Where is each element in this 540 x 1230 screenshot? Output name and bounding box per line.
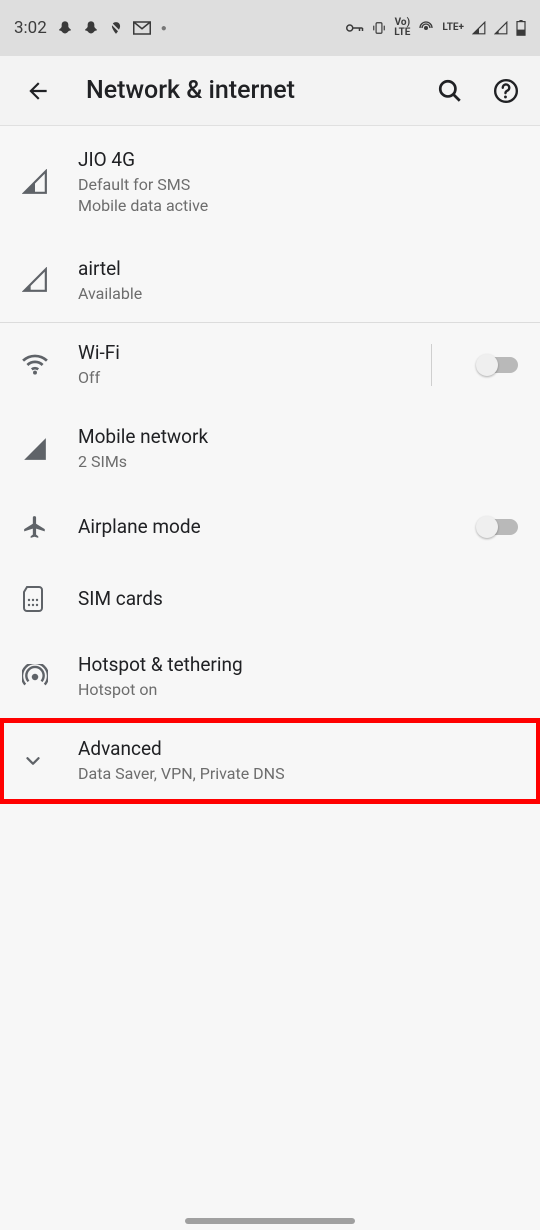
simcards-row[interactable]: SIM cards <box>0 563 540 635</box>
advanced-sub: Data Saver, VPN, Private DNS <box>78 764 518 785</box>
wifi-icon <box>22 354 48 376</box>
back-button[interactable] <box>20 77 56 105</box>
vpn-key-icon <box>346 23 364 33</box>
signal-icon-1 <box>472 21 486 35</box>
battery-icon <box>516 20 526 36</box>
lte-badge: LTE+ <box>442 23 464 33</box>
mobile-sub: 2 SIMs <box>78 452 518 473</box>
chevron-down-icon <box>22 750 44 772</box>
hotspot-icon <box>22 664 48 690</box>
vibrate-icon <box>372 21 386 35</box>
snapchat-icon <box>57 20 73 36</box>
volte-icon: Vo)LTE <box>394 18 410 38</box>
search-button[interactable] <box>436 77 464 105</box>
divider <box>431 344 432 386</box>
simcards-title: SIM cards <box>78 587 518 610</box>
wifi-title: Wi-Fi <box>78 341 431 364</box>
nav-handle[interactable] <box>185 1218 355 1224</box>
wifi-row[interactable]: Wi-Fi Off <box>0 323 540 407</box>
sim2-row[interactable]: airtel Available <box>0 239 540 323</box>
signal-icon <box>22 169 48 195</box>
airplane-icon <box>22 514 48 540</box>
wifi-toggle[interactable] <box>478 357 518 373</box>
sim-card-icon <box>22 586 44 612</box>
settings-list: JIO 4G Default for SMS Mobile data activ… <box>0 126 540 803</box>
wifi-sub: Off <box>78 368 431 389</box>
snapchat-icon-2 <box>83 20 99 36</box>
hotspot-row[interactable]: Hotspot & tethering Hotspot on <box>0 635 540 719</box>
sim1-title: JIO 4G <box>78 148 518 171</box>
app-bar: Network & internet <box>0 56 540 126</box>
mobile-title: Mobile network <box>78 425 518 448</box>
sim2-sub: Available <box>78 284 518 305</box>
status-bar: 3:02 ● Vo)LTE LTE+ <box>0 0 540 56</box>
airplane-title: Airplane mode <box>78 515 448 538</box>
airplane-row[interactable]: Airplane mode <box>0 491 540 563</box>
status-time: 3:02 <box>14 18 47 38</box>
sim2-title: airtel <box>78 257 518 280</box>
sim1-sub2: Mobile data active <box>78 196 518 217</box>
mobile-network-row[interactable]: Mobile network 2 SIMs <box>0 407 540 491</box>
hotspot-sub: Hotspot on <box>78 680 518 701</box>
signal-icon-2 <box>494 21 508 35</box>
dot-icon: ● <box>161 23 167 34</box>
airplane-toggle[interactable] <box>478 519 518 535</box>
sim1-row[interactable]: JIO 4G Default for SMS Mobile data activ… <box>0 126 540 239</box>
hotspot-status-icon <box>418 20 434 36</box>
advanced-row[interactable]: Advanced Data Saver, VPN, Private DNS <box>0 719 540 803</box>
hotspot-title: Hotspot & tethering <box>78 653 518 676</box>
help-button[interactable] <box>492 77 520 105</box>
gmail-icon <box>133 21 151 35</box>
signal-full-icon <box>22 436 48 462</box>
advanced-title: Advanced <box>78 737 518 760</box>
signal-icon <box>22 267 48 293</box>
location-off-icon <box>109 21 123 35</box>
page-title: Network & internet <box>86 76 436 105</box>
sim1-sub1: Default for SMS <box>78 175 518 196</box>
